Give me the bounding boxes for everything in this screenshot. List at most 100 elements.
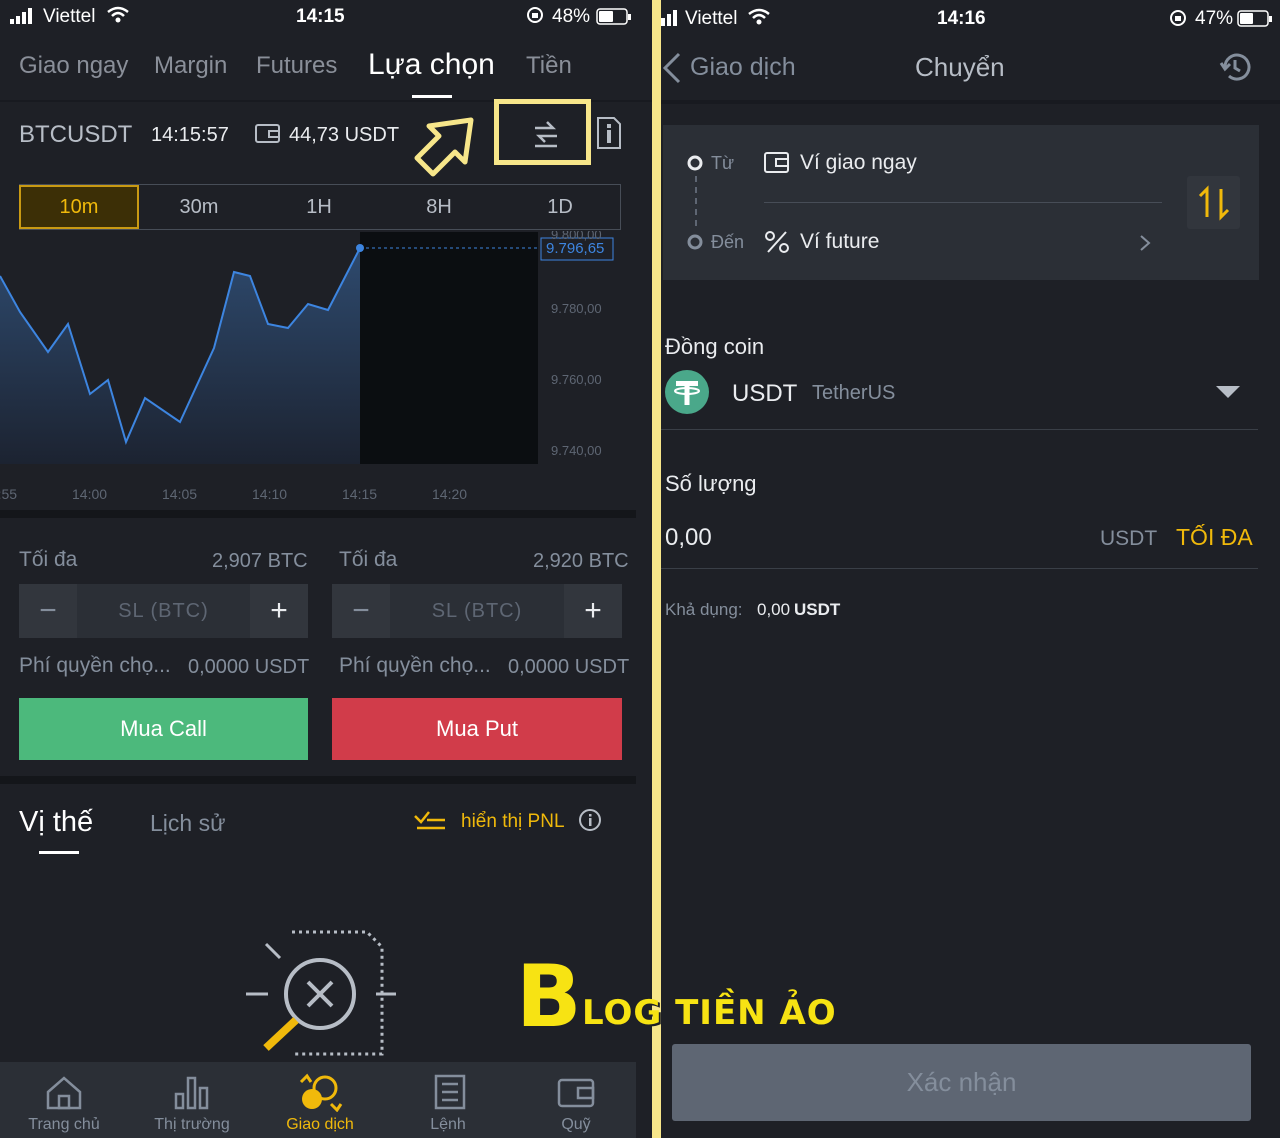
interval-8h[interactable]: 8H [379,185,499,229]
call-max-value: 2,907 BTC [212,550,308,572]
status-time: 14:15 [296,6,345,27]
current-price-label: 9.796,65 [546,240,605,257]
buy-call-button[interactable]: Mua Call [19,698,308,760]
available-unit: USDT [794,600,841,619]
status-bar: Viettel 14:15 48% [0,0,652,34]
interval-10m[interactable]: 10m [19,185,139,229]
status-time: 14:16 [937,8,986,29]
buy-put-button[interactable]: Mua Put [332,698,622,760]
transfer-icon[interactable] [531,118,561,153]
section-divider [0,510,636,518]
put-fee-value: 0,0000 USDT [508,656,630,678]
coin-underline [661,429,1258,430]
x-tick: 14:20 [432,486,468,502]
ticker-time: 14:15:57 [151,124,229,146]
nav-trade-label: Giao dịch [286,1116,354,1133]
put-max-label: Tối đa [339,548,398,571]
amount-section-label: Số lượng [665,471,757,496]
available-label: Khả dụng: [665,600,743,619]
call-decrease-button[interactable]: − [19,584,77,638]
put-decrease-button[interactable]: − [332,584,390,638]
to-wallet[interactable]: Ví future [800,230,879,254]
chevron-right-icon[interactable] [1138,233,1152,258]
y-tick: 9.780,00 [551,301,602,316]
y-tick: 9.740,00 [551,443,602,458]
put-quantity-stepper: − SL (BTC) + [332,584,622,638]
nav-home[interactable]: Trang chủ [0,1068,128,1138]
pnl-toggle-icon[interactable] [413,810,447,839]
orders-icon [434,1074,466,1110]
pnl-toggle-label[interactable]: hiển thị PNL [461,811,565,833]
available-value: 0,00 [757,600,791,619]
swap-wallets-button[interactable] [1187,176,1240,229]
coin-name[interactable]: TetherUS [812,382,895,405]
back-button[interactable]: Giao dịch [690,53,796,82]
call-fee-label: Phí quyền chọ... [19,654,171,677]
tab-funds[interactable]: Tiền [526,52,572,80]
empty-state-icon [242,928,402,1067]
interval-1d[interactable]: 1D [499,185,621,229]
price-chart [0,232,636,512]
call-max-label: Tối đa [19,548,78,571]
amount-input[interactable]: 0,00 [665,524,712,552]
trade-icon [299,1073,343,1113]
signal-icon [10,8,38,30]
active-tab-indicator [412,95,452,98]
pnl-info-icon[interactable] [578,808,602,837]
tab-spot[interactable]: Giao ngay [19,52,128,80]
page-title: Chuyển [915,52,1005,82]
battery-icon [1237,10,1273,34]
from-wallet[interactable]: Ví giao ngay [800,151,917,175]
tab-margin[interactable]: Margin [154,52,227,80]
info-icon[interactable] [596,116,622,155]
put-increase-button[interactable]: + [564,584,622,638]
nav-markets[interactable]: Thị trường [128,1068,256,1138]
watermark-text: LOG TIỀN ẢO [582,993,837,1033]
wifi-icon [106,6,130,30]
swap-icon [1198,184,1229,221]
tab-history[interactable]: Lịch sử [150,810,225,837]
price-area [0,248,360,464]
tab-positions[interactable]: Vị thế [19,806,93,839]
wallet-icon [764,151,790,180]
caret-down-icon[interactable] [1215,384,1241,405]
nav-funds-label: Quỹ [561,1116,591,1133]
wallet-icon [557,1078,595,1108]
interval-30m[interactable]: 30m [139,185,259,229]
carrier-name: Viettel [685,8,738,29]
amount-underline [661,568,1258,569]
pair-name[interactable]: BTCUSDT [19,121,132,149]
x-tick: 14:05 [162,486,198,502]
coin-symbol[interactable]: USDT [732,380,797,408]
max-amount-button[interactable]: TỐI ĐA [1176,524,1253,551]
put-quantity-input[interactable]: SL (BTC) [390,600,564,623]
call-increase-button[interactable]: + [250,584,308,638]
nav-orders[interactable]: Lệnh [384,1068,512,1138]
tab-futures[interactable]: Futures [256,52,337,80]
percent-icon [764,230,790,259]
put-fee-label: Phí quyền chọ... [339,654,491,677]
section-divider [0,776,636,784]
nav-trade[interactable]: Giao dịch [256,1068,384,1138]
divider [661,100,1280,104]
put-max-value: 2,920 BTC [533,550,629,572]
from-dot-icon [687,155,703,176]
call-quantity-input[interactable]: SL (BTC) [77,600,250,623]
back-chevron-icon[interactable] [661,52,683,89]
tether-logo-icon [665,370,709,419]
y-tick: 9.760,00 [551,372,602,387]
wallet-balance: 44,73 USDT [289,124,400,146]
confirm-button[interactable]: Xác nhận [672,1044,1251,1121]
signal-icon [661,10,681,32]
tab-options[interactable]: Lựa chọn [368,48,495,82]
lock-rotation-icon [526,6,544,30]
interval-1h[interactable]: 1H [259,185,379,229]
x-tick: 13:55 [0,486,18,502]
wifi-icon [747,8,771,32]
history-icon[interactable] [1219,51,1251,88]
to-label: Đến [711,232,745,252]
wallet-separator [764,202,1162,203]
nav-funds[interactable]: Quỹ [512,1068,640,1138]
status-bar: Viettel 14:16 47% [661,0,1280,34]
call-quantity-stepper: − SL (BTC) + [19,584,308,638]
